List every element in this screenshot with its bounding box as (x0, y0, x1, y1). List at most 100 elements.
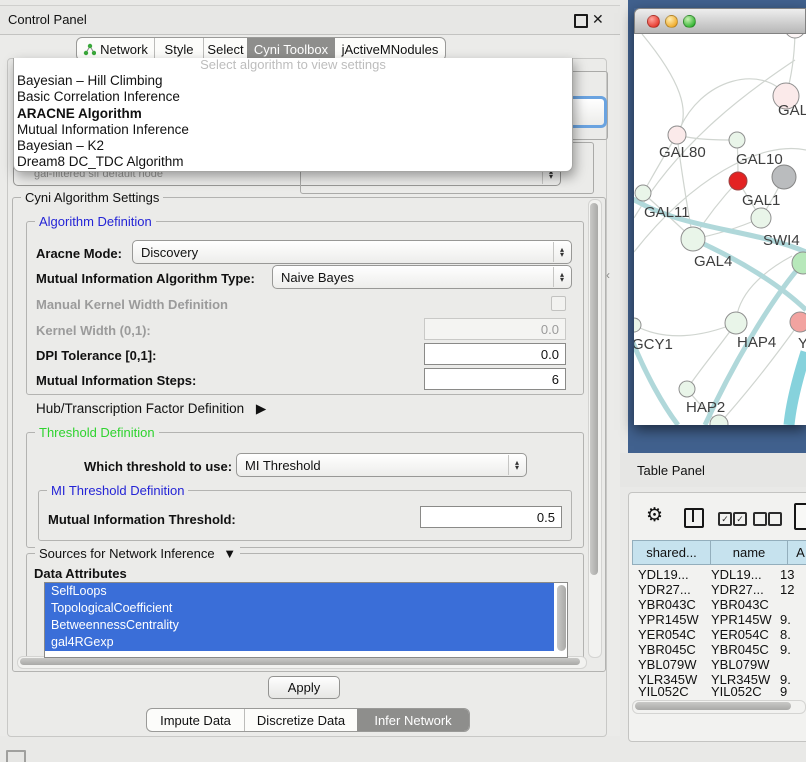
manual-kernel-width-checkbox[interactable] (551, 296, 566, 311)
tab-label: Network (100, 42, 148, 57)
popup-item-bayesian-hill-climbing[interactable]: Bayesian – Hill Climbing (14, 73, 572, 89)
hub-definition-toggle[interactable]: Hub/Transcription Factor Definition ▶ (36, 401, 266, 417)
table-row[interactable]: YBR045C YBR045C 9. (632, 642, 806, 657)
cell-name: YER054C (705, 627, 777, 642)
kernel-width-field[interactable]: 0.0 (424, 318, 566, 340)
cell-value: 9 (777, 684, 797, 699)
network-window-titlebar[interactable] (634, 8, 806, 34)
node-gal11[interactable] (635, 185, 651, 201)
deselect-all-checkbox-icon[interactable] (768, 512, 782, 526)
node-label: HAP2 (686, 399, 725, 416)
column-header-name[interactable]: name (711, 540, 788, 565)
popup-item-dream8[interactable]: Dream8 DC_TDC Algorithm (14, 154, 572, 170)
node-hap4[interactable] (725, 312, 747, 334)
table-row[interactable]: YDR27... YDR27... 12 (632, 582, 806, 597)
network-graph: GAL GAL80 GAL10 GAL11 GAL1 SWI4 GAL4 GCY… (634, 34, 806, 425)
node-gal4[interactable] (681, 227, 705, 251)
node-unlabeled[interactable] (785, 34, 805, 38)
node-salmon[interactable] (790, 312, 806, 332)
column-header-partial[interactable]: A (788, 540, 806, 565)
list-item-betweennesscentrality[interactable]: BetweennessCentrality (45, 617, 554, 634)
sources-group-toggle[interactable]: Sources for Network Inference ▼ (35, 546, 240, 561)
tab-impute-data[interactable]: Impute Data (147, 709, 244, 731)
mac-close-icon[interactable] (647, 15, 660, 28)
tab-label: Discretize Data (257, 713, 345, 728)
cell-name: YBR045C (705, 642, 777, 657)
node-gal1[interactable] (751, 208, 771, 228)
divider-collapse-icon[interactable]: ‹ (606, 268, 610, 282)
tab-discretize-data[interactable]: Discretize Data (244, 709, 357, 731)
table-row[interactable]: YBL079W YBL079W (632, 657, 806, 672)
mi-threshold-field[interactable]: 0.5 (420, 506, 562, 528)
list-item-gal4rgexp[interactable]: gal4RGexp (45, 634, 554, 651)
kernel-width-value: 0.0 (541, 322, 559, 337)
apply-button-label: Apply (288, 680, 321, 695)
dock-restore-icon[interactable] (6, 750, 26, 762)
network-edges-strong (634, 196, 806, 425)
network-edge-highlight (789, 352, 806, 425)
table-panel-title: Table Panel (637, 463, 705, 478)
node-gal80[interactable] (668, 126, 686, 144)
cell-name: YBR043C (705, 597, 777, 612)
table-hscroll-thumb[interactable] (635, 702, 791, 710)
table-row[interactable]: YDL19... YDL19... 13 (632, 567, 806, 582)
tab-style[interactable]: Style (154, 38, 203, 60)
gear-icon[interactable]: ⚙ (646, 504, 663, 527)
new-table-icon[interactable] (794, 503, 806, 530)
cell-value: 13 (777, 567, 797, 582)
network-canvas[interactable]: GAL GAL80 GAL10 GAL11 GAL1 SWI4 GAL4 GCY… (634, 34, 806, 425)
expand-right-icon: ▶ (256, 401, 266, 416)
hub-definition-label: Hub/Transcription Factor Definition (36, 401, 244, 416)
node-gcy1[interactable] (634, 318, 641, 332)
cell-shared-name: YDR27... (632, 582, 705, 597)
select-all-checkbox-icon[interactable]: ✓ (733, 512, 747, 526)
mi-threshold-definition-title: MI Threshold Definition (47, 483, 188, 498)
column-header-shared-name[interactable]: shared... (632, 540, 711, 565)
float-window-icon[interactable] (574, 14, 588, 28)
settings-hscroll-thumb[interactable] (20, 658, 580, 665)
node-gray[interactable] (772, 165, 796, 189)
columns-icon[interactable] (684, 508, 704, 528)
node-label: GAL80 (659, 144, 706, 161)
mi-threshold-value: 0.5 (537, 510, 555, 525)
table-row[interactable]: YPR145W YPR145W 9. (632, 612, 806, 627)
select-all-checkbox-icon[interactable]: ✓ (718, 512, 732, 526)
popup-item-aracne[interactable]: ARACNE Algorithm (14, 106, 572, 122)
table-row[interactable]: YIL052C YIL052C 9 (632, 687, 806, 696)
cell-value: 9. (777, 642, 797, 657)
popup-item-bayesian-k2[interactable]: Bayesian – K2 (14, 138, 572, 154)
mi-steps-field[interactable]: 6 (424, 368, 566, 390)
node-gal10[interactable] (729, 132, 745, 148)
popup-item-basic-correlation[interactable]: Basic Correlation Inference (14, 89, 572, 105)
data-attributes-list: SelfLoops TopologicalCoefficient Between… (44, 582, 568, 658)
node-hap2[interactable] (679, 381, 695, 397)
close-icon[interactable]: ✕ (592, 11, 604, 28)
cell-value: 12 (777, 582, 797, 597)
settings-vertical-scrollbar[interactable] (588, 199, 602, 658)
apply-button[interactable]: Apply (268, 676, 340, 699)
mac-zoom-icon[interactable] (683, 15, 696, 28)
node-label: Y (798, 335, 806, 352)
popup-item-mutual-information[interactable]: Mutual Information Inference (14, 122, 572, 138)
deselect-all-checkbox-icon[interactable] (753, 512, 767, 526)
dpi-tolerance-label: DPI Tolerance [0,1]: (36, 348, 156, 363)
cyni-algorithm-settings-title: Cyni Algorithm Settings (21, 190, 163, 205)
tab-infer-network[interactable]: Infer Network (357, 709, 469, 731)
node-label: GAL10 (736, 151, 783, 168)
mac-minimize-icon[interactable] (665, 15, 678, 28)
table-row[interactable]: YBR043C YBR043C (632, 597, 806, 612)
dpi-tolerance-field[interactable]: 0.0 (424, 343, 566, 365)
aracne-mode-combo[interactable]: Discovery ▴▾ (132, 240, 572, 264)
node-label: SWI4 (763, 232, 800, 249)
settings-vscroll-thumb[interactable] (590, 203, 598, 575)
table-horizontal-scrollbar[interactable] (632, 700, 806, 714)
list-item-topologicalcoefficient[interactable]: TopologicalCoefficient (45, 600, 554, 617)
tab-network[interactable]: Network (77, 38, 154, 60)
mi-algorithm-type-combo[interactable]: Naive Bayes ▴▾ (272, 265, 572, 289)
node-gal10-selected[interactable] (729, 172, 747, 190)
popup-placeholder: Select algorithm to view settings (14, 58, 572, 73)
table-row[interactable]: YER054C YER054C 8. (632, 627, 806, 642)
which-threshold-combo[interactable]: MI Threshold ▴▾ (236, 453, 527, 477)
list-scrollbar-thumb[interactable] (557, 585, 566, 651)
list-item-selfloops[interactable]: SelfLoops (45, 583, 554, 600)
